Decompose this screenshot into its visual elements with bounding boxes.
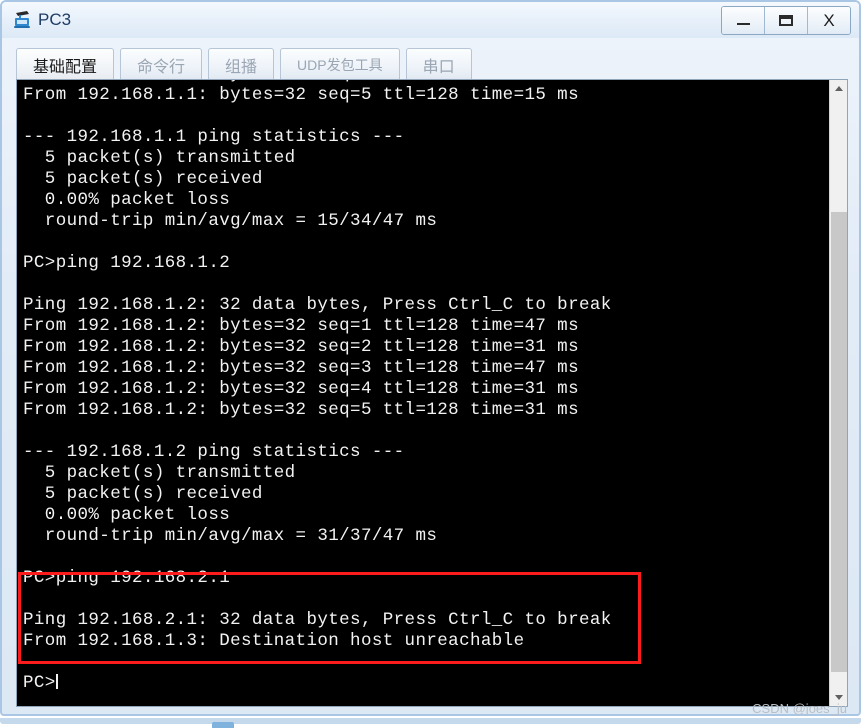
window-controls: X: [721, 6, 851, 35]
console-output[interactable]: From 192.168.1.1: bytes=32 seq=4 ttl=128…: [17, 80, 831, 706]
console-line: --- 192.168.1.1 ping statistics ---: [23, 127, 405, 147]
scrollbar-track[interactable]: [830, 97, 847, 689]
console-line: 5 packet(s) transmitted: [23, 148, 296, 168]
watermark-text: CSDN @joes_ju: [752, 701, 847, 716]
background-tab-sliver: [212, 722, 234, 728]
minimize-icon: [736, 23, 750, 25]
console-line: 0.00% packet loss: [23, 505, 231, 525]
console-line: From 192.168.1.3: Destination host unrea…: [23, 631, 525, 651]
chevron-up-icon: [834, 86, 843, 91]
console-line: 0.00% packet loss: [23, 190, 231, 210]
pc-console-window: PC3 X 基础配置 命令行 组播 UDP发包工具 串口 From 192.16…: [0, 0, 861, 716]
maximize-icon: [779, 15, 793, 26]
tab-label: 基础配置: [33, 58, 98, 76]
console-line: 5 packet(s) received: [23, 484, 263, 504]
chevron-down-icon: [834, 695, 843, 700]
console-line: From 192.168.1.2: bytes=32 seq=4 ttl=128…: [23, 379, 579, 399]
console-line: PC>ping 192.168.2.1: [23, 568, 231, 588]
screenshot-root: PC3 X 基础配置 命令行 组播 UDP发包工具 串口 From 192.16…: [0, 0, 865, 728]
console-line: From 192.168.1.2: bytes=32 seq=1 ttl=128…: [23, 316, 579, 336]
tab-serial-port[interactable]: 串口: [405, 48, 472, 80]
tab-label: 命令行: [137, 58, 186, 76]
console-text: From 192.168.1.1: bytes=32 seq=4 ttl=128…: [23, 80, 612, 694]
tab-multicast[interactable]: 组播: [208, 48, 275, 80]
console-line: From 192.168.1.2: bytes=32 seq=5 ttl=128…: [23, 400, 579, 420]
console-line: round-trip min/avg/max = 31/37/47 ms: [23, 526, 438, 546]
tab-bar: 基础配置 命令行 组播 UDP发包工具 串口: [16, 46, 478, 80]
close-button[interactable]: X: [808, 7, 850, 34]
console-line: From 192.168.1.2: bytes=32 seq=3 ttl=128…: [23, 358, 579, 378]
tab-label: 组播: [225, 58, 258, 76]
scrollbar-thumb[interactable]: [831, 212, 847, 672]
console-line: Ping 192.168.1.2: 32 data bytes, Press C…: [23, 295, 612, 315]
console-line: 5 packet(s) transmitted: [23, 463, 296, 483]
window-bottom-edge: [0, 718, 861, 724]
tab-command-line[interactable]: 命令行: [120, 48, 203, 80]
close-icon: X: [823, 11, 835, 30]
window-titlebar[interactable]: PC3 X: [2, 2, 859, 38]
console-line: PC>ping 192.168.1.2: [23, 253, 231, 273]
console-line: --- 192.168.1.2 ping statistics ---: [23, 442, 405, 462]
console-scrollbar[interactable]: [829, 80, 847, 706]
tab-label: UDP发包工具: [297, 56, 383, 73]
console-line: 5 packet(s) received: [23, 169, 263, 189]
pc-terminal-icon: [12, 9, 34, 31]
console-line: PC>: [23, 673, 58, 693]
tab-label: 串口: [422, 58, 455, 76]
tab-basic-config[interactable]: 基础配置: [16, 48, 115, 80]
console-line: round-trip min/avg/max = 15/34/47 ms: [23, 211, 438, 231]
console-panel: From 192.168.1.1: bytes=32 seq=4 ttl=128…: [16, 79, 848, 707]
scroll-up-button[interactable]: [830, 80, 847, 97]
console-line: From 192.168.1.1: bytes=32 seq=5 ttl=128…: [23, 85, 579, 105]
maximize-button[interactable]: [765, 7, 808, 34]
console-line: Ping 192.168.2.1: 32 data bytes, Press C…: [23, 610, 612, 630]
tab-udp-tool[interactable]: UDP发包工具: [280, 48, 400, 80]
text-cursor: [55, 674, 58, 689]
console-line: From 192.168.1.2: bytes=32 seq=2 ttl=128…: [23, 337, 579, 357]
minimize-button[interactable]: [722, 7, 765, 34]
window-title: PC3: [38, 10, 72, 29]
